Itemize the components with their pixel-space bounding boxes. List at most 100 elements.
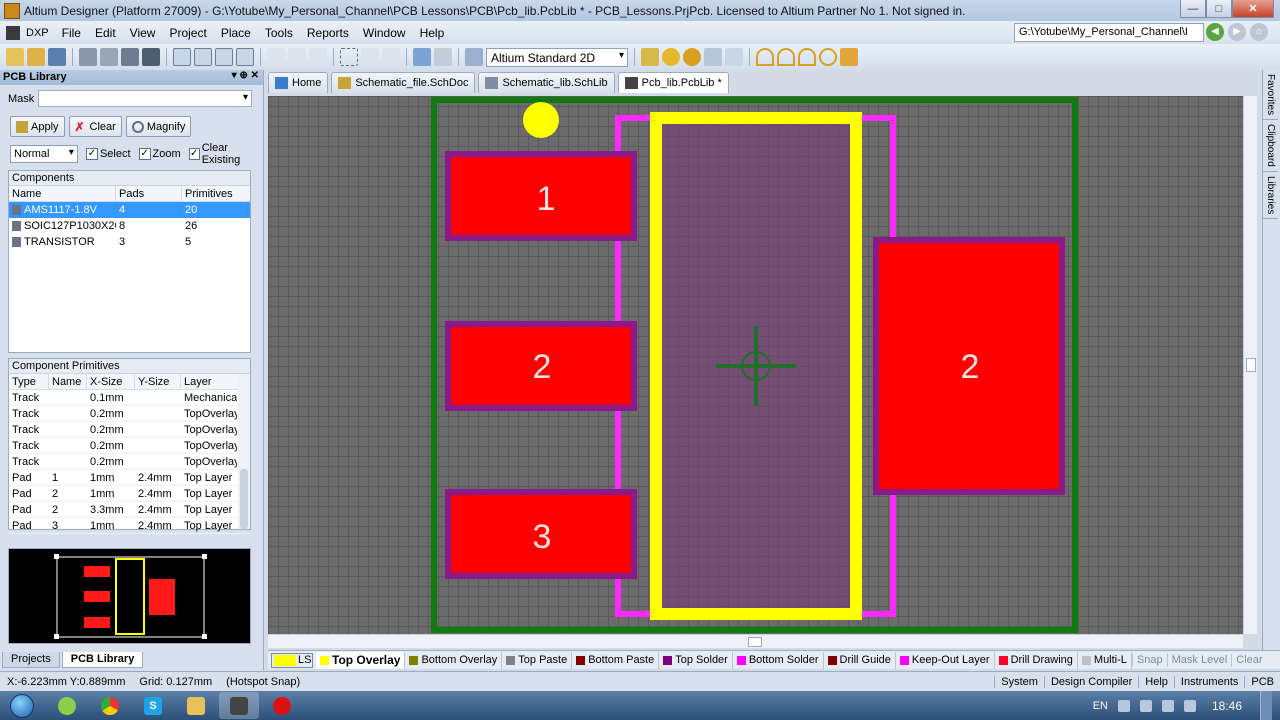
- zoom-area-icon[interactable]: [236, 48, 254, 66]
- pcb-button[interactable]: PCB: [1244, 675, 1280, 688]
- mode-select[interactable]: Normal: [10, 145, 78, 163]
- menu-window[interactable]: Window: [356, 26, 413, 40]
- board-icon[interactable]: [142, 48, 160, 66]
- snap-button[interactable]: Snap: [1131, 654, 1167, 666]
- primitive-row[interactable]: Pad 1 1mm 2.4mm Top Layer: [9, 470, 250, 486]
- close-button[interactable]: ✕: [1232, 0, 1274, 18]
- col-pads[interactable]: Pads: [116, 186, 182, 201]
- save-icon[interactable]: [48, 48, 66, 66]
- clipboard-tab[interactable]: Clipboard: [1263, 120, 1278, 172]
- layer-tab[interactable]: Bottom Overlay: [405, 651, 503, 669]
- layer-tab[interactable]: Drill Drawing: [995, 651, 1078, 669]
- deselect-icon[interactable]: [382, 48, 400, 66]
- menu-edit[interactable]: Edit: [88, 26, 123, 40]
- menu-tools[interactable]: Tools: [258, 26, 300, 40]
- place-coordinate-icon[interactable]: [725, 48, 743, 66]
- col-type[interactable]: Type: [9, 374, 49, 389]
- tab-schematic-lib[interactable]: Schematic_lib.SchLib: [478, 72, 615, 93]
- horizontal-scrollbar[interactable]: [268, 634, 1243, 648]
- scroll-thumb[interactable]: [240, 469, 248, 529]
- taskbar-app[interactable]: [90, 692, 130, 719]
- tab-pcb-library[interactable]: PCB Library: [61, 652, 144, 668]
- menu-project[interactable]: Project: [162, 26, 213, 40]
- menu-file[interactable]: File: [55, 26, 88, 40]
- dxp-menu[interactable]: DXP: [0, 22, 55, 43]
- language-indicator[interactable]: EN: [1093, 700, 1108, 712]
- primitive-row[interactable]: Pad 2 1mm 2.4mm Top Layer: [9, 486, 250, 502]
- instruments-button[interactable]: Instruments: [1173, 675, 1244, 688]
- col-layer[interactable]: Layer: [181, 374, 237, 389]
- col-ysize[interactable]: Y-Size: [135, 374, 181, 389]
- layer-set-button[interactable]: LS: [271, 652, 313, 668]
- print-preview-icon[interactable]: [100, 48, 118, 66]
- apply-button[interactable]: Apply: [10, 116, 65, 137]
- back-icon[interactable]: ◀: [1206, 23, 1224, 41]
- arc-center-icon[interactable]: [756, 48, 774, 66]
- primitive-row[interactable]: Track 0.2mm TopOverlay: [9, 406, 250, 422]
- maximize-button[interactable]: □: [1206, 0, 1232, 18]
- col-name[interactable]: Name: [49, 374, 87, 389]
- taskbar-app[interactable]: [176, 692, 216, 719]
- primitive-row[interactable]: Track 0.2mm TopOverlay: [9, 454, 250, 470]
- mask-input[interactable]: [38, 90, 252, 107]
- show-desktop-button[interactable]: [1260, 691, 1272, 720]
- scroll-thumb[interactable]: [1246, 358, 1256, 372]
- menu-reports[interactable]: Reports: [300, 26, 356, 40]
- layers-icon[interactable]: [121, 48, 139, 66]
- place-pad-icon[interactable]: [662, 48, 680, 66]
- undo-icon[interactable]: [413, 48, 431, 66]
- fill-icon[interactable]: [840, 48, 858, 66]
- open-icon[interactable]: [27, 48, 45, 66]
- favorites-tab[interactable]: Favorites: [1263, 70, 1278, 121]
- start-button[interactable]: [0, 691, 44, 720]
- primitive-row[interactable]: Pad 2 3.3mm 2.4mm Top Layer: [9, 502, 250, 518]
- menu-view[interactable]: View: [123, 26, 163, 40]
- select-checkbox[interactable]: ✓ Select: [85, 148, 131, 160]
- home-nav-icon[interactable]: ⌂: [1250, 23, 1268, 41]
- clock[interactable]: 18:46: [1212, 699, 1242, 713]
- forward-icon[interactable]: ▶: [1228, 23, 1246, 41]
- taskbar-app[interactable]: [262, 692, 302, 719]
- taskbar-app[interactable]: [47, 692, 87, 719]
- move-icon[interactable]: [361, 48, 379, 66]
- layer-tab[interactable]: Top Overlay: [316, 651, 406, 669]
- magnify-button[interactable]: Magnify: [125, 116, 192, 137]
- design-compiler-button[interactable]: Design Compiler: [1043, 675, 1138, 688]
- zoom-out-icon[interactable]: [194, 48, 212, 66]
- menu-place[interactable]: Place: [214, 26, 258, 40]
- select-area-icon[interactable]: [340, 48, 358, 66]
- new-doc-icon[interactable]: [6, 48, 24, 66]
- full-circle-icon[interactable]: [819, 48, 837, 66]
- arc-any-icon[interactable]: [798, 48, 816, 66]
- print-icon[interactable]: [79, 48, 97, 66]
- path-combo[interactable]: G:\Yotube\My_Personal_Channel\I: [1014, 23, 1204, 42]
- col-primitives[interactable]: Primitives: [182, 186, 250, 201]
- scroll-thumb[interactable]: [748, 637, 762, 647]
- layer-tab[interactable]: Bottom Paste: [572, 651, 660, 669]
- grid-icon[interactable]: [465, 48, 483, 66]
- view-mode-select[interactable]: Altium Standard 2D: [486, 47, 628, 67]
- clear-button[interactable]: ✗ Clear: [68, 116, 122, 137]
- primitive-row[interactable]: Track 0.2mm TopOverlay: [9, 438, 250, 454]
- pcb-canvas[interactable]: 1 2 3 2: [268, 96, 1243, 634]
- system-button[interactable]: System: [994, 675, 1044, 688]
- zoom-fit-icon[interactable]: [215, 48, 233, 66]
- paste-icon[interactable]: [309, 48, 327, 66]
- tab-schematic-file[interactable]: Schematic_file.SchDoc: [331, 72, 476, 93]
- component-row[interactable]: TRANSISTOR 3 5: [9, 234, 250, 250]
- zoom-checkbox[interactable]: ✓ Zoom: [138, 148, 181, 160]
- tab-pcb-lib[interactable]: Pcb_lib.PcbLib *: [617, 72, 729, 93]
- cut-icon[interactable]: [267, 48, 285, 66]
- copy-icon[interactable]: [288, 48, 306, 66]
- layer-tab[interactable]: Keep-Out Layer: [896, 651, 995, 669]
- arc-edge-icon[interactable]: [777, 48, 795, 66]
- taskbar-app[interactable]: [219, 692, 259, 719]
- redo-icon[interactable]: [434, 48, 452, 66]
- layer-tab[interactable]: Top Paste: [502, 651, 573, 669]
- tab-home[interactable]: Home: [268, 72, 329, 93]
- minimap-viewer[interactable]: [8, 548, 251, 644]
- tray-arrow-icon[interactable]: [1117, 699, 1130, 712]
- menu-help[interactable]: Help: [413, 26, 452, 40]
- libraries-tab[interactable]: Libraries: [1263, 172, 1278, 220]
- clear-layer-button[interactable]: Clear: [1231, 654, 1266, 666]
